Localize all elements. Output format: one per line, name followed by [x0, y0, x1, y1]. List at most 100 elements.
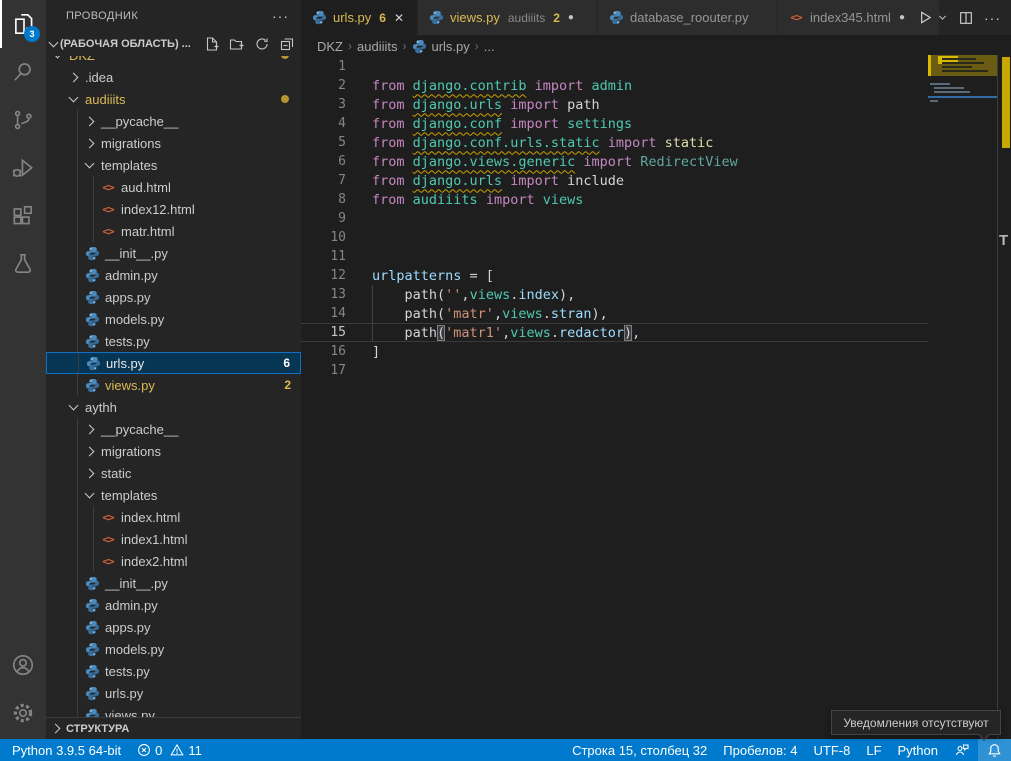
tree-item-dkz[interactable]: DKZ [46, 56, 301, 66]
tree-item-migrations[interactable]: migrations [46, 440, 301, 462]
minimap[interactable] [928, 55, 997, 715]
tab-urls-py[interactable]: urls.py6✕ [301, 0, 418, 35]
code-line-7[interactable]: 7from django.urls import include [301, 171, 928, 190]
code-line-15[interactable]: 15 path('matr1',views.redactor), [301, 323, 928, 342]
tree-item-index12-html[interactable]: <>index12.html [46, 198, 301, 220]
eol-item[interactable]: LF [858, 739, 889, 761]
code-line-1[interactable]: 1 [301, 57, 928, 76]
split-editor-icon[interactable] [958, 10, 974, 26]
outline-section-header[interactable]: СТРУКТУРА [46, 717, 301, 739]
refresh-icon[interactable] [254, 36, 270, 52]
tab-views-py[interactable]: views.pyaudiiits2● [418, 0, 598, 35]
code-line-6[interactable]: 6from django.views.generic import Redire… [301, 152, 928, 171]
encoding-item[interactable]: UTF-8 [806, 739, 859, 761]
indent-guide [77, 616, 78, 638]
tree-item-label: urls.py [106, 356, 144, 371]
tree-item-aud-html[interactable]: <>aud.html [46, 176, 301, 198]
language-mode-item[interactable]: Python [890, 739, 946, 761]
tree-item-label: matr.html [121, 224, 174, 239]
code-token: urlpatterns [372, 268, 461, 284]
workspace-section-header[interactable]: (РАБОЧАЯ ОБЛАСТЬ) ... [46, 32, 301, 56]
tree-item-models-py[interactable]: models.py [46, 638, 301, 660]
tree-item-admin-py[interactable]: admin.py [46, 594, 301, 616]
tree-item--pycache-[interactable]: __pycache__ [46, 418, 301, 440]
tree-item-urls-py[interactable]: urls.py6 [46, 352, 301, 374]
breadcrumb-item--[interactable]: ... [484, 39, 495, 54]
code-editor[interactable]: 12from django.contrib import admin3from … [301, 57, 928, 380]
code-line-8[interactable]: 8from audiiits import views [301, 190, 928, 209]
tree-item-audiiits[interactable]: audiiits [46, 88, 301, 110]
indentation-item[interactable]: Пробелов: 4 [715, 739, 805, 761]
code-line-10[interactable]: 10 [301, 228, 928, 247]
code-line-11[interactable]: 11 [301, 247, 928, 266]
tree-item-index-html[interactable]: <>index.html [46, 506, 301, 528]
activity-testing[interactable] [0, 240, 46, 288]
code-line-12[interactable]: 12urlpatterns = [ [301, 266, 928, 285]
tree-item-urls-py[interactable]: urls.py [46, 682, 301, 704]
tree-item--idea[interactable]: .idea [46, 66, 301, 88]
activity-explorer[interactable]: 3 [0, 0, 46, 48]
tree-item-index1-html[interactable]: <>index1.html [46, 528, 301, 550]
close-icon[interactable]: ✕ [394, 11, 404, 25]
activity-account[interactable] [0, 641, 46, 689]
feedback-icon [954, 742, 970, 758]
notifications-bell-item[interactable] [978, 739, 1011, 761]
editor-more-actions-icon[interactable]: ··· [984, 10, 1001, 26]
code-line-3[interactable]: 3from django.urls import path [301, 95, 928, 114]
python-file-icon [429, 10, 444, 25]
activity-source-control[interactable] [0, 96, 46, 144]
python-interpreter-item[interactable]: Python 3.9.5 64-bit [0, 739, 129, 761]
tree-item-models-py[interactable]: models.py [46, 308, 301, 330]
html-glyph: <> [102, 181, 113, 194]
minimap-current-line [928, 96, 997, 98]
code-line-17[interactable]: 17 [301, 361, 928, 380]
tree-item-label: views.py [105, 378, 155, 393]
cursor-position-item[interactable]: Строка 15, столбец 32 [564, 739, 715, 761]
tree-item-apps-py[interactable]: apps.py [46, 286, 301, 308]
collapse-all-icon[interactable] [279, 36, 295, 52]
run-icon[interactable] [916, 9, 933, 26]
chevron-right-icon [85, 446, 95, 456]
activity-search[interactable] [0, 48, 46, 96]
tree-item-templates[interactable]: templates [46, 154, 301, 176]
tree-item-tests-py[interactable]: tests.py [46, 660, 301, 682]
new-folder-icon[interactable] [229, 36, 245, 52]
code-line-14[interactable]: 14 path('matr',views.stran), [301, 304, 928, 323]
code-line-13[interactable]: 13 path('',views.index), [301, 285, 928, 304]
breadcrumb-item-audiiits[interactable]: audiiits [357, 39, 397, 54]
python-file-icon [85, 246, 100, 261]
tree-item-apps-py[interactable]: apps.py [46, 616, 301, 638]
run-dropdown-chevron-icon[interactable] [937, 12, 948, 23]
activity-run-debug[interactable] [0, 144, 46, 192]
tab-database-roouter-py[interactable]: database_roouter.py [598, 0, 778, 35]
tree-item-tests-py[interactable]: tests.py [46, 330, 301, 352]
gear-icon [10, 700, 36, 726]
code-line-4[interactable]: 4from django.conf import settings [301, 114, 928, 133]
feedback-item[interactable] [946, 739, 978, 761]
new-file-icon[interactable] [204, 36, 220, 52]
tree-item-views-py[interactable]: views.py [46, 704, 301, 717]
code-line-16[interactable]: 16] [301, 342, 928, 361]
breadcrumb-item-urls-py[interactable]: urls.py [411, 38, 469, 54]
tree-item--init-py[interactable]: __init__.py [46, 242, 301, 264]
tree-item-admin-py[interactable]: admin.py [46, 264, 301, 286]
tree-item-templates[interactable]: templates [46, 484, 301, 506]
activity-settings[interactable] [0, 689, 46, 737]
tree-item--pycache-[interactable]: __pycache__ [46, 110, 301, 132]
tree-item-views-py[interactable]: views.py2 [46, 374, 301, 396]
tree-item-matr-html[interactable]: <>matr.html [46, 220, 301, 242]
activity-extensions[interactable] [0, 192, 46, 240]
problems-item[interactable]: 0 11 [129, 739, 210, 761]
tree-item--init-py[interactable]: __init__.py [46, 572, 301, 594]
tree-item-index2-html[interactable]: <>index2.html [46, 550, 301, 572]
breadcrumb-item-dkz[interactable]: DKZ [317, 39, 343, 54]
explorer-more-actions-icon[interactable]: ··· [272, 8, 289, 24]
code-line-5[interactable]: 5from django.conf.urls.static import sta… [301, 133, 928, 152]
tree-item-aythh[interactable]: aythh [46, 396, 301, 418]
tree-item-static[interactable]: static [46, 462, 301, 484]
tree-item-label: index.html [121, 510, 180, 525]
code-line-2[interactable]: 2from django.contrib import admin [301, 76, 928, 95]
tree-item-migrations[interactable]: migrations [46, 132, 301, 154]
code-line-9[interactable]: 9 [301, 209, 928, 228]
editor-scrollbar[interactable]: T [998, 55, 1011, 739]
